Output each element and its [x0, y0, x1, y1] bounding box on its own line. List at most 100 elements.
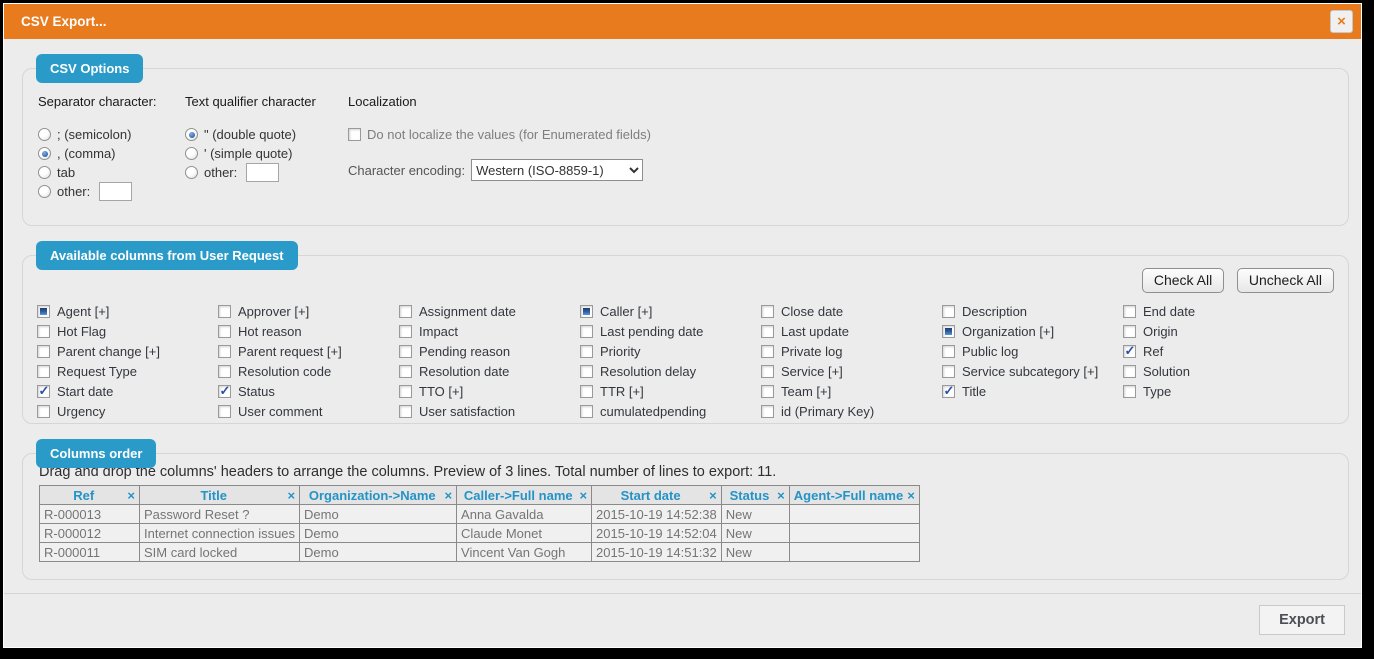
- checkbox-icon[interactable]: [761, 405, 774, 418]
- column-option[interactable]: TTO [+]: [399, 381, 580, 401]
- column-option[interactable]: User satisfaction: [399, 401, 580, 421]
- radio-option[interactable]: ' (simple quote): [185, 144, 348, 163]
- checkbox-icon[interactable]: [580, 385, 593, 398]
- radio-icon[interactable]: [38, 185, 51, 198]
- check-all-button[interactable]: Check All: [1142, 268, 1224, 293]
- table-column-header[interactable]: Start date×: [592, 486, 722, 505]
- radio-icon[interactable]: [38, 166, 51, 179]
- remove-column-icon[interactable]: ×: [287, 488, 295, 503]
- column-option[interactable]: Impact: [399, 321, 580, 341]
- column-option[interactable]: Start date: [37, 381, 218, 401]
- checkbox-icon[interactable]: [580, 365, 593, 378]
- radio-option[interactable]: other:: [185, 163, 348, 182]
- checkbox-icon[interactable]: [399, 385, 412, 398]
- radio-icon[interactable]: [38, 128, 51, 141]
- checkbox-icon[interactable]: [761, 345, 774, 358]
- radio-icon[interactable]: [38, 147, 51, 160]
- checkbox-icon[interactable]: [580, 345, 593, 358]
- checkbox-icon[interactable]: [761, 385, 774, 398]
- radio-icon[interactable]: [185, 147, 198, 160]
- checkbox-icon[interactable]: [580, 405, 593, 418]
- checkbox-icon[interactable]: [399, 345, 412, 358]
- column-option[interactable]: TTR [+]: [580, 381, 761, 401]
- column-option[interactable]: Priority: [580, 341, 761, 361]
- column-option[interactable]: Organization [+]: [942, 321, 1123, 341]
- remove-column-icon[interactable]: ×: [579, 488, 587, 503]
- uncheck-all-button[interactable]: Uncheck All: [1237, 268, 1334, 293]
- checkbox-icon[interactable]: [1123, 325, 1136, 338]
- column-option[interactable]: Title: [942, 381, 1123, 401]
- column-option[interactable]: Urgency: [37, 401, 218, 421]
- checkbox-icon[interactable]: [218, 405, 231, 418]
- checkbox-icon[interactable]: [1123, 305, 1136, 318]
- column-option[interactable]: Resolution delay: [580, 361, 761, 381]
- column-option[interactable]: Origin: [1123, 321, 1334, 341]
- column-option[interactable]: Status: [218, 381, 399, 401]
- checkbox-icon[interactable]: [37, 365, 50, 378]
- radio-option[interactable]: ; (semicolon): [38, 125, 185, 144]
- encoding-select[interactable]: Western (ISO-8859-1): [471, 159, 643, 181]
- column-option[interactable]: id (Primary Key): [761, 401, 942, 421]
- checkbox-icon[interactable]: [218, 385, 231, 398]
- column-option[interactable]: Private log: [761, 341, 942, 361]
- column-option[interactable]: Solution: [1123, 361, 1334, 381]
- checkbox-icon[interactable]: [942, 325, 955, 338]
- remove-column-icon[interactable]: ×: [777, 488, 785, 503]
- radio-option[interactable]: tab: [38, 163, 185, 182]
- column-option[interactable]: Ref: [1123, 341, 1334, 361]
- radio-icon[interactable]: [185, 166, 198, 179]
- column-option[interactable]: Public log: [942, 341, 1123, 361]
- column-option[interactable]: Caller [+]: [580, 301, 761, 321]
- column-option[interactable]: Approver [+]: [218, 301, 399, 321]
- checkbox-icon[interactable]: [399, 305, 412, 318]
- column-option[interactable]: Hot reason: [218, 321, 399, 341]
- column-option[interactable]: Team [+]: [761, 381, 942, 401]
- other-character-input[interactable]: [246, 163, 279, 182]
- checkbox-icon[interactable]: [761, 325, 774, 338]
- radio-option[interactable]: , (comma): [38, 144, 185, 163]
- checkbox-icon[interactable]: [399, 405, 412, 418]
- checkbox-icon[interactable]: [942, 365, 955, 378]
- checkbox-icon[interactable]: [761, 305, 774, 318]
- column-option[interactable]: Service subcategory [+]: [942, 361, 1123, 381]
- table-column-header[interactable]: Status×: [721, 486, 789, 505]
- checkbox-icon[interactable]: [218, 305, 231, 318]
- checkbox-icon[interactable]: [37, 405, 50, 418]
- column-option[interactable]: Type: [1123, 381, 1334, 401]
- checkbox-icon[interactable]: [1123, 385, 1136, 398]
- remove-column-icon[interactable]: ×: [709, 488, 717, 503]
- checkbox-icon[interactable]: [761, 365, 774, 378]
- checkbox-icon[interactable]: [399, 365, 412, 378]
- checkbox-icon[interactable]: [218, 345, 231, 358]
- checkbox-icon[interactable]: [942, 385, 955, 398]
- column-option[interactable]: Last update: [761, 321, 942, 341]
- remove-column-icon[interactable]: ×: [907, 488, 915, 503]
- table-column-header[interactable]: Agent->Full name×: [789, 486, 919, 505]
- column-option[interactable]: Parent change [+]: [37, 341, 218, 361]
- table-column-header[interactable]: Title×: [140, 486, 300, 505]
- column-option[interactable]: Parent request [+]: [218, 341, 399, 361]
- checkbox-icon[interactable]: [1123, 365, 1136, 378]
- other-character-input[interactable]: [99, 182, 132, 201]
- column-option[interactable]: Hot Flag: [37, 321, 218, 341]
- column-option[interactable]: cumulatedpending: [580, 401, 761, 421]
- column-option[interactable]: End date: [1123, 301, 1334, 321]
- checkbox-icon[interactable]: [399, 325, 412, 338]
- remove-column-icon[interactable]: ×: [127, 488, 135, 503]
- column-option[interactable]: Last pending date: [580, 321, 761, 341]
- checkbox-icon[interactable]: [37, 385, 50, 398]
- column-option[interactable]: Service [+]: [761, 361, 942, 381]
- checkbox-icon[interactable]: [580, 305, 593, 318]
- table-column-header[interactable]: Caller->Full name×: [457, 486, 592, 505]
- remove-column-icon[interactable]: ×: [444, 488, 452, 503]
- column-option[interactable]: Resolution date: [399, 361, 580, 381]
- checkbox-icon[interactable]: [218, 325, 231, 338]
- table-column-header[interactable]: Ref×: [40, 486, 140, 505]
- checkbox-icon[interactable]: [37, 305, 50, 318]
- checkbox-icon[interactable]: [942, 345, 955, 358]
- radio-option[interactable]: other:: [38, 182, 185, 201]
- no-localize-option[interactable]: Do not localize the values (for Enumerat…: [348, 125, 1333, 144]
- checkbox-icon[interactable]: [1123, 345, 1136, 358]
- column-option[interactable]: Pending reason: [399, 341, 580, 361]
- column-option[interactable]: Resolution code: [218, 361, 399, 381]
